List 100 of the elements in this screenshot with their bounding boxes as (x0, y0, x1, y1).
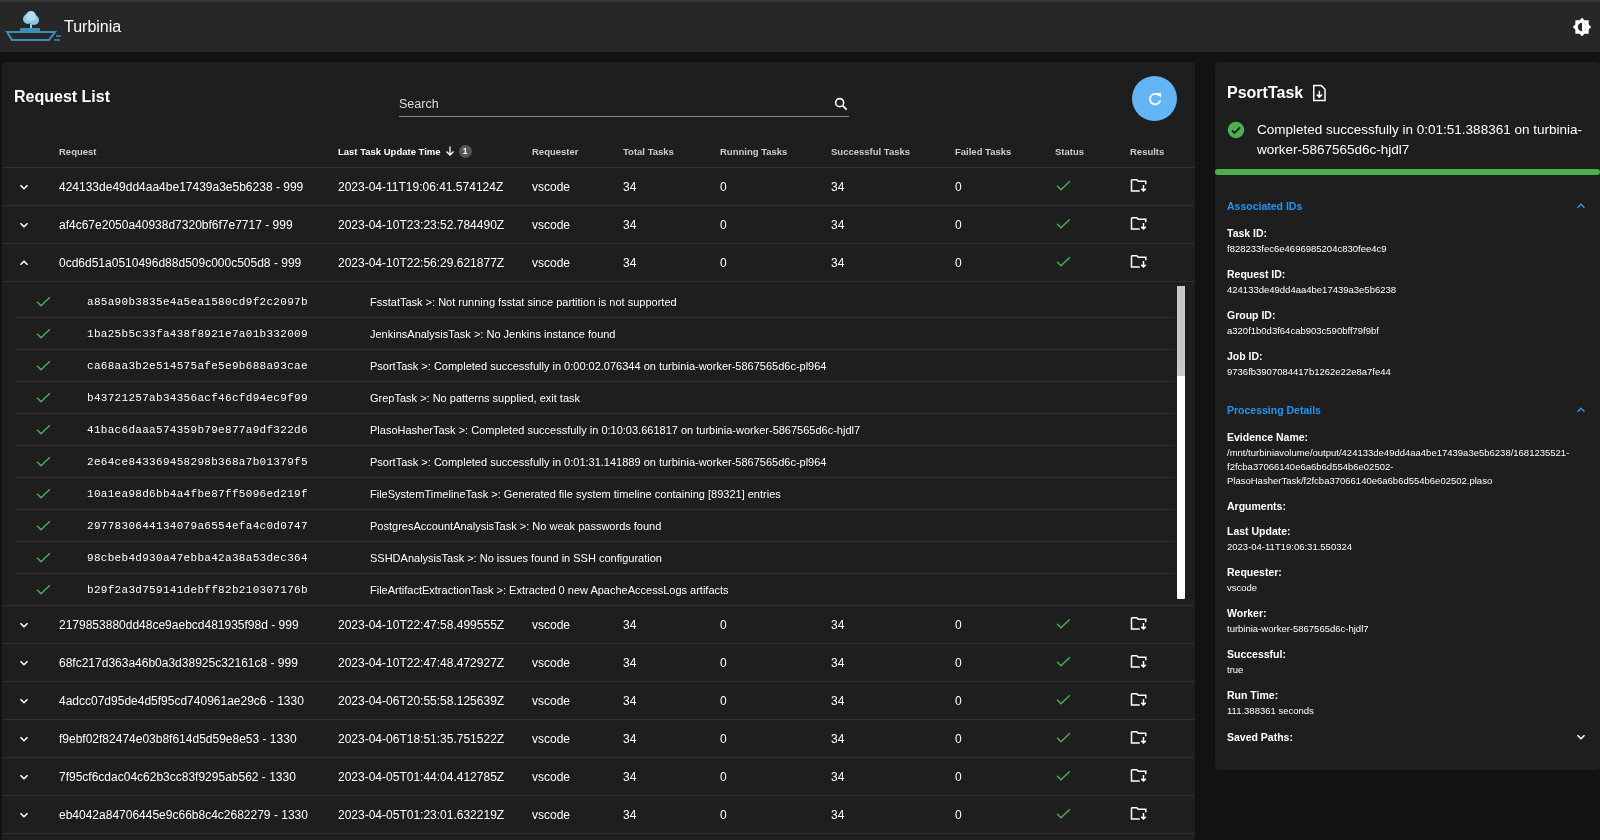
sort-badge: 1 (458, 144, 472, 158)
section-title[interactable]: Associated IDs (1227, 200, 1303, 212)
field-label: Group ID: (1227, 309, 1277, 322)
table-cell-text: 0 (955, 655, 963, 670)
task-message: GrepTask >: No patterns supplied, exit task (370, 391, 582, 404)
table-cell-text: 7f95cf6cdac04c62b3cc83f9295ab562 - 1330 (59, 769, 297, 784)
table-cell-text: 34 (623, 617, 638, 632)
task-message: FileSystemTimelineTask >: Generated file system timeline containing [89321] entries (370, 487, 782, 500)
table-cell-text: 2023-04-10T23:23:52.784490Z (338, 217, 506, 232)
folder-download-icon[interactable] (1130, 767, 1148, 783)
search-icon[interactable] (833, 96, 849, 112)
field-label: Successful: (1227, 648, 1287, 661)
table-cell-text: 34 (623, 217, 638, 232)
table-cell-text: eb4042a84706445e9c66b8c4c2682279 - 1330 (59, 807, 309, 822)
column-header[interactable]: Request (59, 145, 97, 157)
table-cell-text: 34 (831, 617, 846, 632)
table-cell-text: f9ebf02f82474e03b8f614d5d59e8e53 - 1330 (59, 731, 298, 746)
column-header[interactable]: Status (1055, 145, 1085, 157)
column-header[interactable]: Requester (532, 145, 579, 157)
task-id[interactable]: 1ba25b5c33fa438f8921e7a01b332009 (87, 327, 370, 340)
task-id[interactable]: 41bac6daaa574359b79e877a9df322d6 (87, 423, 370, 436)
table-cell-text: 34 (623, 807, 638, 822)
table-cell-text: vscode (532, 807, 572, 822)
folder-download-icon[interactable] (1130, 691, 1148, 707)
theme-toggle-icon[interactable] (1572, 17, 1592, 37)
table-cell-text: 0 (955, 179, 963, 194)
task-id[interactable]: a85a90b3835e4a5ea1580cd9f2c2097b (87, 295, 370, 308)
scrollbar[interactable] (1177, 286, 1185, 599)
task-message: PsortTask >: Completed successfully in 0:01:31.141889 on turbinia-worker-5867565d6c-pl964 (370, 455, 828, 468)
table-cell-text: 0 (955, 769, 963, 784)
task-id[interactable]: ca68aa3b2e514575afe5e9b688a93cae (87, 359, 370, 372)
field-value: 424133de49dd4aa4be17439a3e5b6238 (1227, 283, 1398, 297)
table-cell-text: 34 (831, 693, 846, 708)
table-cell-text: 34 (831, 217, 846, 232)
field-value: /mnt/turbiniavolume/output/424133de49dd4aa4be17439a3e5b6238/1681235521-f2fcba37066140e6a6b6d554b6e02502-PlasoHasherTask/f2fcba37066140e6a6b6d554b6e02502.plaso (1227, 446, 1571, 488)
table-cell-text: 0 (720, 655, 728, 670)
folder-download-icon[interactable] (1130, 729, 1148, 745)
table-cell-text: 0 (720, 617, 728, 632)
table-cell-text: 34 (831, 255, 846, 270)
table-cell-text: 34 (623, 693, 638, 708)
field-label: Evidence Name: (1227, 431, 1310, 444)
field-label[interactable]: Saved Paths: (1227, 730, 1293, 744)
table-cell-text: vscode (532, 617, 572, 632)
panel-title: Request List (14, 87, 111, 106)
folder-download-icon[interactable] (1130, 615, 1148, 631)
table-cell-text: 2023-04-06T20:55:58.125639Z (338, 693, 506, 708)
table-cell-text: 2023-04-11T19:06:41.574124Z (338, 179, 505, 194)
table-cell-text: 2023-04-05T01:44:04.412785Z (338, 769, 506, 784)
field-label: Worker: (1227, 607, 1268, 620)
table-cell-text: 0 (955, 731, 963, 746)
table-cell-text: vscode (532, 217, 572, 232)
table-cell-text: 2023-04-10T22:47:58.499555Z (338, 617, 506, 632)
field-value: 9736fb3907084417b1262e22e8a7fe44 (1227, 365, 1392, 379)
table-cell-text: 4adcc07d95de4d5f95cd740961ae29c6 - 1330 (59, 693, 305, 708)
table-cell-text: af4c67e2050a40938d7320bf6f7e7717 - 999 (59, 217, 294, 232)
folder-download-icon[interactable] (1130, 653, 1148, 669)
table-cell-text: 34 (623, 769, 638, 784)
folder-download-icon[interactable] (1130, 805, 1148, 821)
field-label: Request ID: (1227, 268, 1287, 281)
folder-download-icon[interactable] (1130, 253, 1148, 269)
table-cell-text: vscode (532, 731, 572, 746)
task-id[interactable]: 10a1ea98d6bb4a4fbe87ff5096ed219f (87, 487, 370, 500)
task-id[interactable]: 2e64ce843369458298b368a7b01379f5 (87, 455, 370, 468)
column-header[interactable]: Results (1130, 145, 1165, 157)
table-cell-text: 0 (720, 731, 728, 746)
task-message: PsortTask >: Completed successfully in 0:00:02.076344 on turbinia-worker-5867565d6c-pl964 (370, 359, 828, 372)
column-header[interactable]: Successful Tasks (831, 145, 911, 157)
table-cell-text: 0 (720, 807, 728, 822)
refresh-button[interactable] (1132, 76, 1177, 121)
column-header[interactable]: Total Tasks (623, 145, 674, 157)
section-title[interactable]: Processing Details (1227, 404, 1321, 416)
folder-download-icon[interactable] (1130, 215, 1148, 231)
table-cell-text: 68fc217d363a46b0a3d38925c32161c8 - 999 (59, 655, 299, 670)
field-label: Requester: (1227, 566, 1283, 579)
task-id[interactable]: b29f2a3d759141debff82b210307176b (87, 583, 370, 596)
field-label: Job ID: (1227, 350, 1264, 363)
table-cell-text: 34 (831, 769, 846, 784)
table-cell-text: 0 (720, 769, 728, 784)
table-cell-text: 0cd6d51a0510496d88d509c000c505d8 - 999 (59, 255, 303, 270)
table-cell-text: 34 (623, 655, 638, 670)
field-value: true (1227, 663, 1245, 677)
column-header[interactable]: Running Tasks (720, 145, 788, 157)
task-title: PsortTask (1227, 84, 1304, 102)
table-cell-text: vscode (532, 655, 572, 670)
table-cell-text: 34 (623, 255, 638, 270)
table-cell-text: 0 (955, 255, 963, 270)
search-field[interactable]: Search (399, 97, 833, 111)
column-header[interactable]: Failed Tasks (955, 145, 1012, 157)
task-id[interactable]: 2977830644134079a6554efa4c0d0747 (87, 519, 370, 532)
column-header[interactable]: Last Task Update Time (338, 145, 441, 157)
table-cell-text: 0 (720, 217, 728, 232)
arrow-down-icon[interactable] (443, 145, 456, 157)
table-cell-text: 34 (831, 731, 846, 746)
file-download-icon[interactable] (1311, 84, 1328, 102)
table-cell-text: 2179853880dd48ce9aebcd481935f98d - 999 (59, 617, 300, 632)
folder-download-icon[interactable] (1130, 177, 1148, 193)
task-message: PlasoHasherTask >: Completed successfully in 0:10:03.661817 on turbinia-worker-5867565d6c-hjdl7 (370, 423, 862, 436)
task-id[interactable]: 98cbeb4d930a47ebba42a38a53dec364 (87, 551, 370, 564)
task-id[interactable]: b43721257ab34356acf46cfd94ec9f99 (87, 391, 370, 404)
task-message: FsstatTask >: Not running fsstat since partition is not supported (370, 295, 678, 308)
